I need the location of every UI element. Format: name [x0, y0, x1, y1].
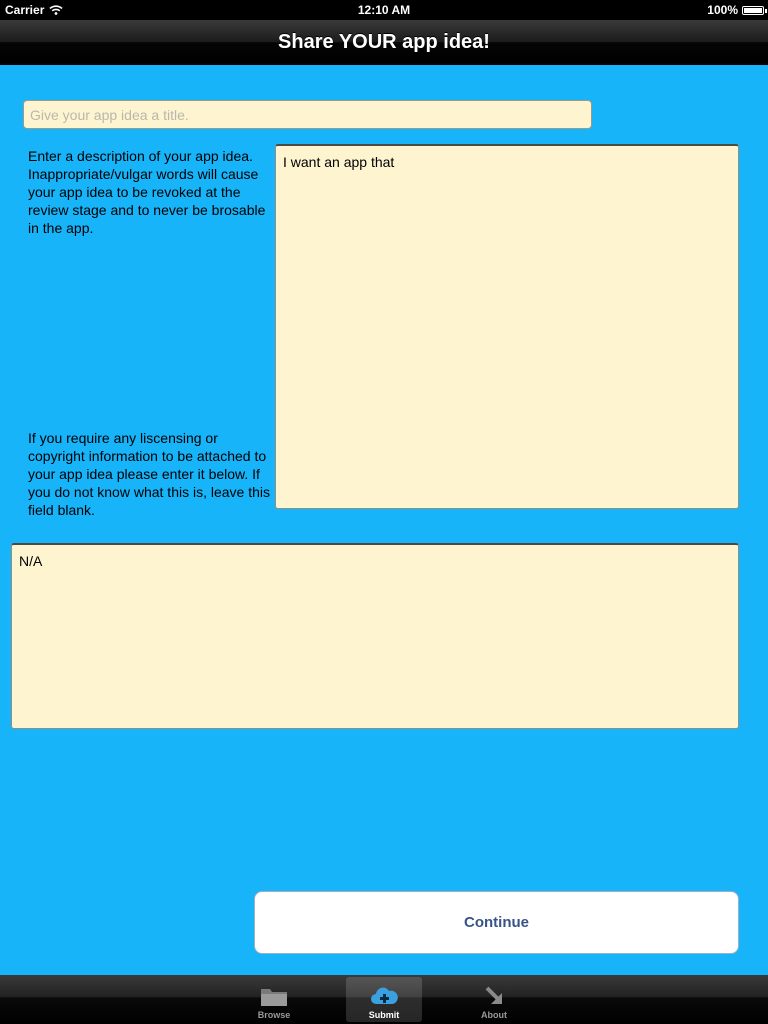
- cloud-upload-icon: [371, 987, 398, 1004]
- status-bar: Carrier 12:10 AM 100%: [0, 0, 768, 20]
- clock: 12:10 AM: [357, 3, 411, 17]
- description-textarea[interactable]: I want an app that: [275, 144, 739, 509]
- license-textarea[interactable]: N/A: [11, 543, 739, 729]
- battery-icon: [742, 5, 767, 15]
- folder-icon: [261, 989, 287, 1006]
- tab-browse-label: Browse: [257, 1010, 291, 1020]
- battery-percent: 100%: [707, 3, 738, 17]
- app-title-input[interactable]: [23, 100, 592, 129]
- battery-indicator: 100%: [707, 3, 767, 17]
- tab-bar: Browse Submit About: [0, 975, 768, 1024]
- description-instructions: Enter a description of your app idea. In…: [28, 148, 266, 236]
- page-title: Share YOUR app idea!: [278, 31, 490, 53]
- tab-about[interactable]: About: [456, 977, 532, 1022]
- tab-submit-label: Submit: [368, 1010, 400, 1020]
- arrow-icon: [485, 986, 502, 1004]
- continue-button[interactable]: Continue: [254, 891, 739, 954]
- license-instructions: If you require any liscensing or copyrig…: [28, 430, 271, 518]
- continue-label: Continue: [464, 914, 529, 931]
- tab-about-label: About: [481, 1010, 507, 1020]
- tab-submit[interactable]: Submit: [346, 977, 422, 1022]
- navigation-bar: Share YOUR app idea!: [0, 20, 768, 65]
- tab-browse[interactable]: Browse: [236, 977, 312, 1022]
